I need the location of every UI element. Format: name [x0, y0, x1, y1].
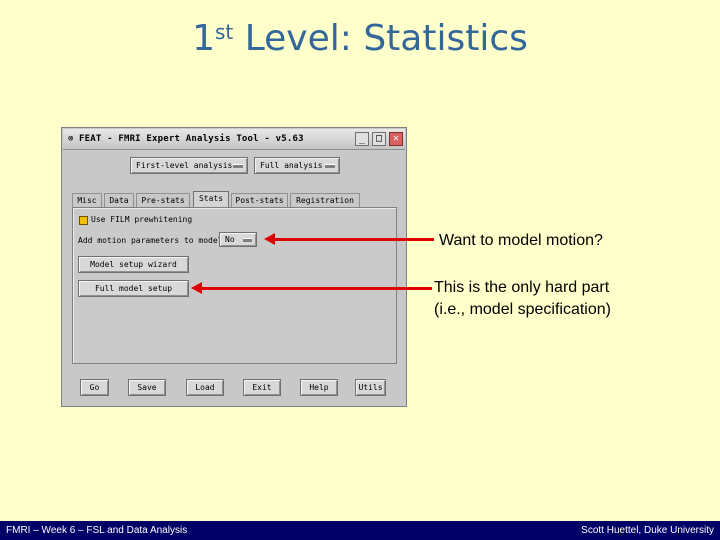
chevron-down-icon	[233, 164, 243, 168]
footer-course: FMRI – Week 6 – FSL and Data Analysis	[6, 525, 188, 536]
exit-button[interactable]: Exit	[243, 379, 281, 396]
close-icon[interactable]: ✕	[389, 132, 403, 146]
go-button[interactable]: Go	[80, 379, 109, 396]
arrow-line-model	[201, 287, 432, 290]
feat-window: ⊗ FEAT - FMRI Expert Analysis Tool - v5.…	[61, 127, 407, 407]
help-button[interactable]: Help	[300, 379, 338, 396]
analysis-level-dropdown[interactable]: First-level analysis	[130, 157, 248, 174]
tab-stats[interactable]: Stats	[193, 191, 229, 208]
window-title: FEAT - FMRI Expert Analysis Tool - v5.63	[79, 134, 304, 144]
motion-parameters-value: No	[225, 235, 235, 244]
chevron-down-icon	[325, 164, 335, 168]
utils-button[interactable]: Utils	[355, 379, 386, 396]
motion-parameters-dropdown[interactable]: No	[219, 232, 257, 247]
film-prewhitening-checkbox[interactable]	[79, 216, 88, 225]
slide-footer: FMRI – Week 6 – FSL and Data Analysis Sc…	[0, 521, 720, 540]
tab-misc[interactable]: Misc	[72, 193, 102, 207]
save-button[interactable]: Save	[128, 379, 166, 396]
tab-pre-stats[interactable]: Pre-stats	[136, 193, 190, 207]
slide-title: 1st Level: Statistics	[0, 18, 720, 59]
full-model-setup-button[interactable]: Full model setup	[78, 280, 189, 297]
model-setup-wizard-button[interactable]: Model setup wizard	[78, 256, 189, 273]
tab-registration[interactable]: Registration	[290, 193, 360, 207]
load-button[interactable]: Load	[186, 379, 224, 396]
arrow-line-motion	[274, 238, 434, 241]
title-text: Level: Statistics	[233, 18, 528, 59]
tab-post-stats[interactable]: Post-stats	[231, 193, 288, 207]
footer-author: Scott Huettel, Duke University	[581, 525, 714, 536]
window-titlebar[interactable]: ⊗ FEAT - FMRI Expert Analysis Tool - v5.…	[63, 129, 405, 150]
model-annotation-line2: (i.e., model specification)	[434, 301, 611, 318]
title-number: 1	[192, 18, 216, 59]
tab-data[interactable]: Data	[104, 193, 134, 207]
motion-annotation: Want to model motion?	[439, 232, 603, 249]
film-prewhitening-label: Use FILM prewhitening	[91, 215, 193, 224]
motion-parameters-label: Add motion parameters to model	[78, 236, 223, 245]
analysis-type-dropdown[interactable]: Full analysis	[254, 157, 340, 174]
stats-panel: Use FILM prewhitening Add motion paramet…	[72, 207, 397, 364]
analysis-type-value: Full analysis	[260, 161, 323, 170]
app-icon: ⊗	[68, 134, 74, 144]
minimize-icon[interactable]: _	[355, 132, 369, 146]
title-superscript: st	[215, 20, 234, 44]
analysis-level-value: First-level analysis	[136, 161, 233, 170]
maximize-icon[interactable]: □	[372, 132, 386, 146]
chevron-down-icon	[243, 238, 252, 242]
model-annotation-line1: This is the only hard part	[434, 279, 610, 296]
